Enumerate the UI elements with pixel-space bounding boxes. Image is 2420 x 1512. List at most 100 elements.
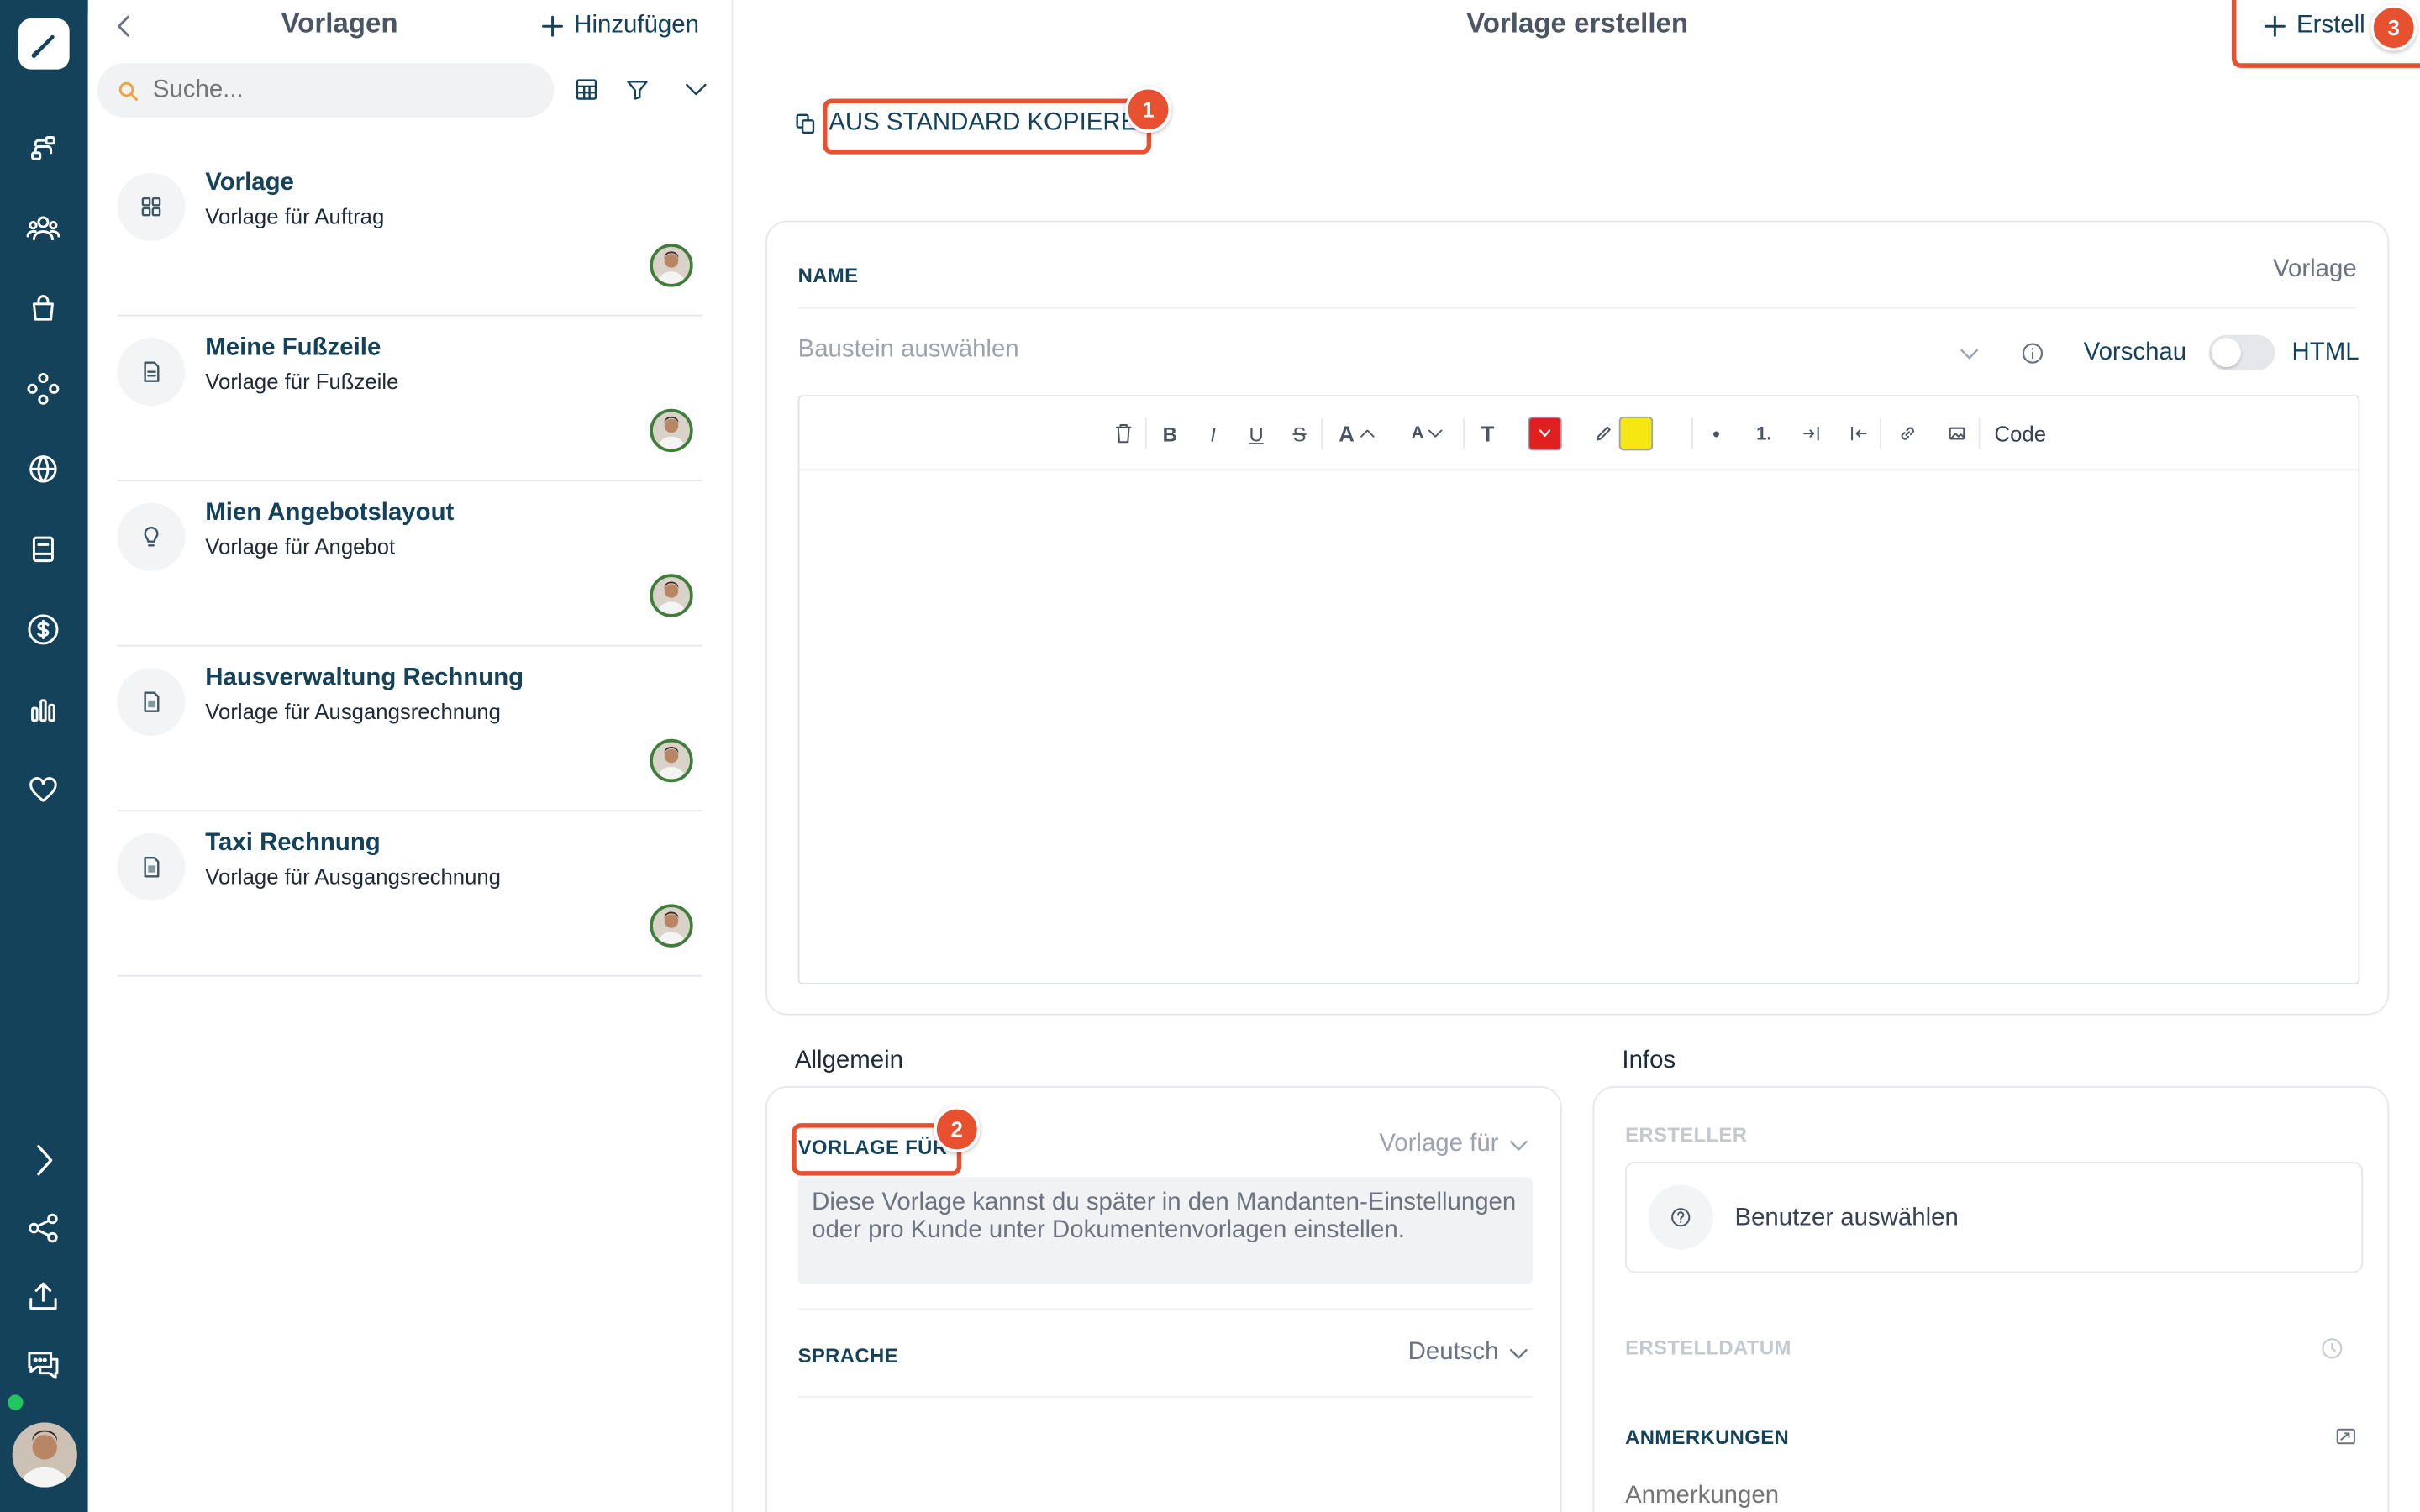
step-badge-3: 3: [2370, 4, 2417, 51]
link-button[interactable]: [1892, 396, 1923, 470]
user-avatar[interactable]: [12, 1422, 77, 1488]
filter-icon: [627, 81, 648, 100]
image-button[interactable]: [1942, 396, 1973, 470]
italic-button[interactable]: I: [1197, 396, 1228, 470]
template-for-value: Vorlage für: [1379, 1131, 1499, 1158]
item-title: Hausverwaltung Rechnung: [205, 664, 524, 691]
infos-card: ERSTELLER Benutzer auswählen ERSTELLDATU…: [1592, 1086, 2390, 1512]
toolbar-separator: [1691, 417, 1693, 449]
invoice-icon: [144, 691, 160, 712]
nav-expand[interactable]: [22, 1139, 65, 1182]
create-button-label: Erstell: [2296, 12, 2365, 39]
nav-finance[interactable]: [22, 608, 65, 651]
online-status-dot: [8, 1394, 24, 1410]
list-item[interactable]: Hausverwaltung Rechnung Vorlage für Ausg…: [117, 647, 702, 812]
toolbar-separator: [1463, 417, 1465, 449]
add-template-button[interactable]: Hinzufügen: [540, 9, 699, 43]
lightbulb-icon: [144, 527, 159, 547]
general-card: VORLAGE FÜR 2 Vorlage für Diese Vorlage …: [765, 1086, 1562, 1512]
list-item[interactable]: Meine Fußzeile Vorlage für Fußzeile: [117, 317, 702, 482]
block-select-placeholder: Baustein auswählen: [797, 336, 1019, 363]
copy-from-standard-button[interactable]: AUS STANDARD KOPIEREN: [829, 109, 1155, 137]
question-icon: [1671, 1208, 1691, 1227]
item-avatar: [650, 408, 693, 453]
avatar-photo: [657, 581, 686, 615]
users-icon: [26, 216, 60, 241]
nav-workflow[interactable]: [22, 127, 65, 170]
notes-expand-button[interactable]: [2335, 1425, 2357, 1447]
nav-favorites[interactable]: [22, 769, 65, 811]
bullet-list-button[interactable]: •: [1701, 396, 1732, 470]
block-select[interactable]: Baustein auswählen: [798, 336, 1986, 370]
nav-web[interactable]: [22, 448, 65, 491]
filter-button[interactable]: [623, 76, 651, 103]
toolbar-separator: [1321, 417, 1323, 449]
user-select[interactable]: Benutzer auswählen: [1625, 1162, 2364, 1273]
nav-documents[interactable]: [22, 528, 65, 570]
create-button[interactable]: Erstell: [2263, 9, 2365, 43]
bold-button[interactable]: B: [1155, 396, 1186, 470]
template-for-hint: Diese Vorlage kannst du später in den Ma…: [797, 1177, 1533, 1284]
nav-share[interactable]: [22, 1206, 65, 1249]
notes-input[interactable]: [1625, 1483, 2351, 1511]
info-button[interactable]: [2020, 341, 2044, 365]
template-for-select[interactable]: Vorlage für: [1379, 1131, 1529, 1158]
sort-dropdown-button[interactable]: [682, 76, 710, 103]
clear-format-button[interactable]: [1108, 396, 1139, 470]
name-label: NAME: [797, 264, 859, 287]
language-value: Deutsch: [1407, 1339, 1499, 1366]
html-toggle[interactable]: [2208, 334, 2275, 370]
indent-button[interactable]: [1797, 396, 1828, 470]
nav-customers[interactable]: [22, 207, 65, 249]
font-size-down-button[interactable]: A: [1402, 396, 1454, 470]
heart-icon: [29, 777, 57, 802]
item-subtitle: Vorlage für Angebot: [205, 533, 396, 559]
table-view-button[interactable]: [572, 76, 600, 103]
toolbar-separator: [1880, 417, 1881, 449]
shopping-bag-icon: [32, 295, 54, 321]
plus-icon: [542, 15, 564, 37]
share-icon: [29, 1213, 58, 1243]
table-icon: [576, 79, 597, 100]
language-select[interactable]: Deutsch: [1408, 1339, 1530, 1367]
list-title: Vorlagen: [281, 8, 398, 39]
list-item[interactable]: Mien Angebotslayout Vorlage für Angebot: [117, 481, 702, 647]
numbered-list-button[interactable]: 1.: [1747, 396, 1781, 470]
text-button[interactable]: T: [1472, 396, 1503, 470]
invoice-icon: [144, 857, 160, 878]
search-input[interactable]: [152, 76, 523, 104]
nav-upload[interactable]: [22, 1274, 65, 1317]
general-divider: [797, 1308, 1533, 1310]
search-field[interactable]: [97, 63, 555, 118]
font-color-button[interactable]: [1525, 396, 1565, 470]
item-avatar: [650, 904, 693, 948]
nav-chat[interactable]: [22, 1342, 65, 1385]
code-button[interactable]: Code: [1988, 396, 2053, 470]
item-icon-wrap: [117, 338, 186, 407]
font-size-up-button[interactable]: A: [1330, 396, 1382, 470]
editor-toolbar: B I U S A A T • 1. Code: [799, 396, 2359, 471]
item-avatar: [650, 244, 693, 287]
outdent-button[interactable]: [1843, 396, 1874, 470]
underline-button[interactable]: U: [1241, 396, 1272, 470]
nav-shop[interactable]: [22, 287, 65, 330]
list-item[interactable]: Taxi Rechnung Vorlage für Ausgangsrechnu…: [117, 811, 702, 977]
avatar-photo: [657, 911, 686, 945]
nav-reports[interactable]: [22, 688, 65, 731]
highlight-button[interactable]: [1590, 396, 1658, 470]
bar-chart-icon: [31, 699, 55, 722]
chevron-down-icon: [686, 83, 707, 96]
app-root: Vorlagen Hinzufügen Vorlage Vorlage für …: [0, 0, 2420, 1512]
nav-integrations[interactable]: [22, 367, 65, 410]
caret-icon: [1539, 429, 1551, 437]
app-logo[interactable]: [18, 18, 70, 70]
item-subtitle: Vorlage für Ausgangsrechnung: [205, 699, 501, 724]
chat-icon: [28, 1352, 59, 1379]
name-input[interactable]: [1739, 255, 2357, 284]
add-template-label: Hinzufügen: [574, 12, 699, 39]
strike-button[interactable]: S: [1284, 396, 1315, 470]
item-icon-wrap: [117, 832, 186, 901]
editor-content-area[interactable]: [799, 472, 2358, 983]
trash-icon: [1115, 424, 1132, 444]
list-item[interactable]: Vorlage Vorlage für Auftrag: [117, 151, 702, 317]
